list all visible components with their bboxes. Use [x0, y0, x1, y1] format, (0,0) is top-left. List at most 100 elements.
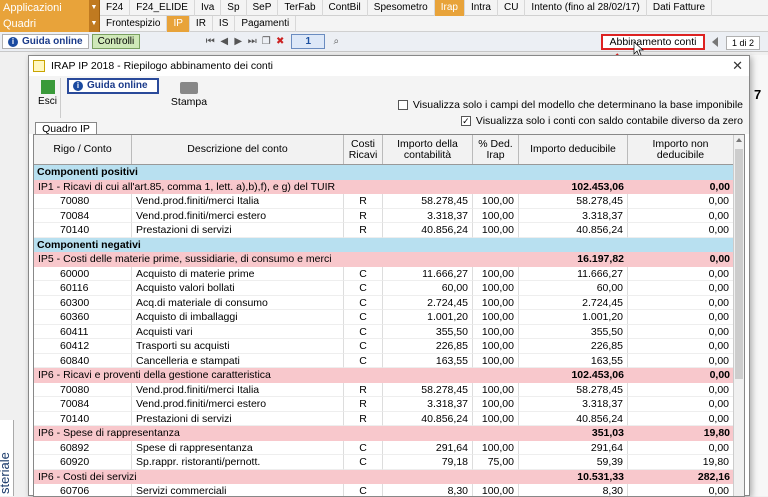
vertical-scrollbar[interactable] [733, 135, 744, 496]
table-row[interactable]: 70080 Vend.prod.finiti/merci Italia R 58.27… [34, 194, 734, 209]
menu-item-spesometro[interactable]: Spesometro [368, 0, 435, 16]
cell-conto: 60412 [34, 339, 132, 354]
cell-ded-irap: 100,00 [473, 484, 519, 496]
submenu-item-ir[interactable]: IR [190, 15, 213, 32]
controlli-button[interactable]: Controlli [91, 34, 141, 49]
menu-item-f24-elide[interactable]: F24_ELIDE [130, 0, 195, 16]
guida-online-button[interactable]: i Guida online [2, 34, 89, 49]
table-row[interactable]: 70080 Vend.prod.finiti/merci Italia R 58.27… [34, 382, 734, 397]
header-costi-ricavi[interactable]: Costi Ricavi [344, 135, 383, 164]
menu-item-terfab[interactable]: TerFab [278, 0, 323, 16]
table-row[interactable]: 60411 Acquisti vari C 355,50 100,00 355,50 0,0… [34, 324, 734, 339]
page-number-input[interactable]: 1 [291, 34, 326, 49]
grid-header: Rigo / Conto Descrizione del conto Costi… [34, 135, 734, 165]
esci-button[interactable]: Esci [35, 78, 61, 118]
group-row[interactable]: IP6 - Ricavi e proventi della gestione c… [34, 368, 734, 383]
table-row[interactable]: 70140 Prestazioni di servizi R 40.856,24 100… [34, 411, 734, 426]
cell-importo-deducibile: 40.856,24 [519, 223, 628, 238]
cell-non-deducibile: 0,00 [628, 295, 734, 310]
cell-ded-irap: 100,00 [473, 295, 519, 310]
header-descrizione[interactable]: Descrizione del conto [132, 135, 344, 164]
table-row[interactable]: 60920 Sp.rappr. ristoranti/pernott. C 79,18… [34, 455, 734, 470]
abbinamento-conti-button[interactable]: Abbinamento conti [601, 34, 705, 50]
group-row[interactable]: IP6 - Costi dei servizi 10.531,33 282,16 [34, 469, 734, 484]
table-row[interactable]: 60412 Trasporti su acquisti C 226,85 100,00 2… [34, 339, 734, 354]
cell-descrizione: Acquisto di imballaggi [132, 310, 344, 325]
cell-importo-deducibile: 3.318,37 [519, 208, 628, 223]
menu-item-cu[interactable]: CU [498, 0, 526, 16]
zoom-icon[interactable]: ⌕ [329, 36, 343, 47]
submenu-item-pagamenti[interactable]: Pagamenti [235, 15, 297, 32]
check-saldo-diverso[interactable]: ✓ Visualizza solo i conti con saldo cont… [460, 114, 743, 128]
applicazioni-label: Applicazioni [3, 1, 62, 14]
next-page-icon[interactable]: ▶ [231, 36, 245, 47]
table-row[interactable]: 60840 Cancelleria e stampati C 163,55 100,00… [34, 353, 734, 368]
header-importo-contabilita[interactable]: Importo della contabilità [383, 135, 473, 164]
cell-importo-deducibile: 8,30 [519, 484, 628, 496]
checkbox-checked[interactable]: ✓ [460, 116, 471, 126]
scroll-up-icon[interactable] [736, 138, 742, 142]
table-row[interactable]: 60706 Servizi commerciali C 8,30 100,00 8,30 0… [34, 484, 734, 496]
group-row[interactable]: IP1 - Ricavi di cui all'art.85, comma 1,… [34, 179, 734, 194]
delete-icon[interactable]: ✖ [273, 36, 287, 47]
cell-conto: 60892 [34, 440, 132, 455]
group-amount: 10.531,33 [577, 470, 624, 483]
stampa-button[interactable]: Stampa [166, 78, 212, 118]
table-row[interactable]: 70084 Vend.prod.finiti/merci estero R 3.318… [34, 397, 734, 412]
sub-menu-bar: Quadri ▼ Frontespizio IP IR IS Pagamenti [0, 15, 768, 32]
table-row[interactable]: 60000 Acquisto di materie prime C 11.666,27… [34, 266, 734, 281]
menu-item-intra[interactable]: Intra [465, 0, 498, 16]
cell-non-deducibile: 0,00 [628, 324, 734, 339]
table-row[interactable]: 60892 Spese di rappresentanza C 291,64 100,0… [34, 440, 734, 455]
first-page-icon[interactable]: ⏮ [203, 36, 217, 47]
menu-item-sp[interactable]: Sp [221, 0, 247, 16]
group-label: IP1 - Ricavi di cui all'art.85, comma 1,… [38, 180, 336, 193]
cell-conto: 70080 [34, 382, 132, 397]
applicazioni-select[interactable]: Applicazioni ▼ [0, 0, 100, 16]
cell-ded-irap: 75,00 [473, 455, 519, 470]
check-base-imponibile[interactable]: Visualizza solo i campi del modello che … [397, 98, 743, 112]
scroll-thumb[interactable] [735, 149, 743, 379]
header-rigo[interactable]: Rigo / Conto [34, 135, 132, 164]
left-side-label: steriale [0, 452, 12, 494]
guida-online-label: Guida online [22, 36, 83, 47]
group-amount: 102.453,06 [571, 369, 624, 381]
copy-icon[interactable]: ❐ [259, 36, 273, 47]
menu-item-intento-fino-al-28-02-17-[interactable]: Intento (fino al 28/02/17) [525, 0, 647, 16]
table-row[interactable]: 70084 Vend.prod.finiti/merci estero R 3.318… [34, 208, 734, 223]
table-row[interactable]: 60300 Acq.di materiale di consumo C 2.724,4… [34, 295, 734, 310]
table-row[interactable]: 60360 Acquisto di imballaggi C 1.001,20 100,… [34, 310, 734, 325]
submenu-items: Frontespizio IP IR IS Pagamenti [100, 15, 297, 32]
menu-item-sep[interactable]: SeP [247, 0, 279, 16]
quadri-select[interactable]: Quadri ▼ [0, 15, 100, 32]
menu-item-contbil[interactable]: ContBil [323, 0, 368, 16]
exit-icon [40, 80, 55, 94]
group-row[interactable]: IP6 - Spese di rappresentanza 351,03 19,80 [34, 426, 734, 441]
submenu-item-ip[interactable]: IP [167, 15, 190, 32]
group-non-deducibile: 282,16 [697, 470, 730, 483]
cell-conto: 60840 [34, 353, 132, 368]
submenu-item-frontespizio[interactable]: Frontespizio [100, 15, 168, 32]
header-importo-deducibile[interactable]: Importo deducibile [519, 135, 628, 164]
table-row[interactable]: 60116 Acquisto valori bollati C 60,00 100,00… [34, 281, 734, 296]
table-row[interactable]: 70140 Prestazioni di servizi R 40.856,24 100… [34, 223, 734, 238]
dialog-guida-button[interactable]: i Guida online [67, 78, 159, 94]
submenu-item-is[interactable]: IS [213, 15, 236, 32]
menu-item-irap[interactable]: Irap [434, 0, 465, 16]
last-page-icon[interactable]: ⏭ [245, 36, 259, 47]
check2-label: Visualizza solo i conti con saldo contab… [475, 115, 743, 127]
close-icon[interactable]: ✕ [732, 56, 743, 76]
pager-prev-icon[interactable] [712, 37, 718, 47]
cell-conto: 70084 [34, 208, 132, 223]
menu-item-iva[interactable]: Iva [195, 0, 222, 16]
cell-descrizione: Acquisto valori bollati [132, 281, 344, 296]
group-row[interactable]: IP5 - Costi delle materie prime, sussidi… [34, 252, 734, 267]
prev-page-icon[interactable]: ◀ [217, 36, 231, 47]
group-amount: 16.197,82 [577, 253, 624, 265]
header-importo-non-deducibile[interactable]: Importo non deducibile [628, 135, 734, 164]
checkbox-unchecked[interactable] [397, 100, 408, 110]
menu-item-f24[interactable]: F24 [100, 0, 131, 16]
cell-ded-irap: 100,00 [473, 281, 519, 296]
header-ded-irap[interactable]: % Ded. Irap [473, 135, 519, 164]
menu-item-dati-fatture[interactable]: Dati Fatture [647, 0, 713, 16]
